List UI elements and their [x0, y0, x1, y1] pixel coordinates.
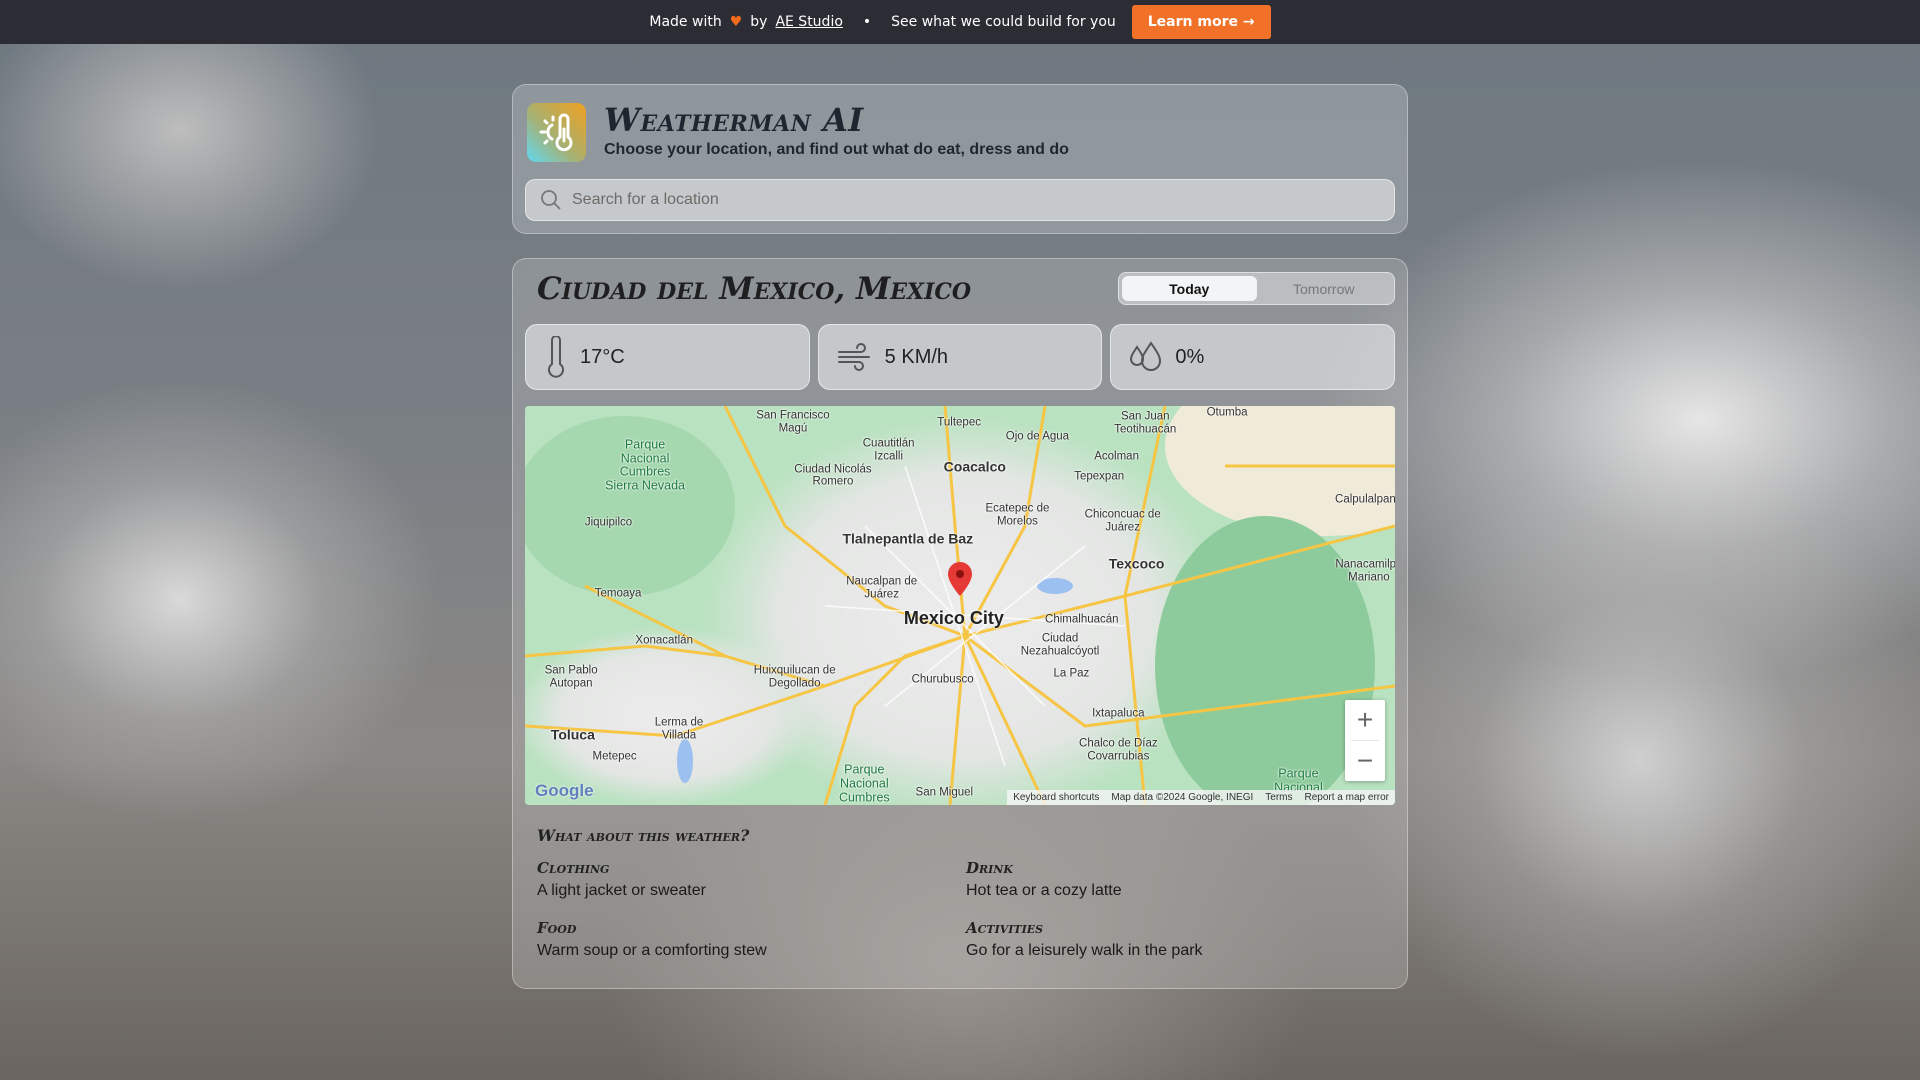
map-label: Toluca: [550, 726, 595, 743]
advice-title: Clothing: [537, 859, 610, 877]
map-label: Naucalpan de Juárez: [846, 575, 918, 601]
separator: •: [862, 14, 872, 30]
advice-title: Activities: [966, 919, 1044, 937]
map-label: Temoaya: [594, 587, 642, 600]
map-label: Acolman: [1094, 451, 1139, 464]
search-icon: [541, 190, 561, 210]
tab-today[interactable]: Today: [1122, 276, 1257, 301]
map-park-label: Parque Nacional Cumbres Sierra Nevada: [605, 437, 685, 493]
map-label: San Miguel: [915, 786, 974, 799]
by-text: by: [750, 14, 768, 30]
thermometer-icon: [548, 336, 564, 378]
temperature-value: 17°C: [580, 345, 625, 368]
map-label: Churubusco: [911, 673, 974, 686]
header-card: Weatherman AI Choose your location, and …: [512, 84, 1408, 234]
google-logo: Google: [535, 781, 594, 800]
map-label: Ojo de Agua: [1005, 430, 1070, 443]
map-attribution: Keyboard shortcuts Map data ©2024 Google…: [1007, 790, 1395, 805]
keyboard-shortcuts-link[interactable]: Keyboard shortcuts: [1013, 792, 1099, 803]
map-label: Ecatepec de Morelos: [985, 502, 1050, 527]
map-label: Metepec: [592, 750, 637, 763]
map-label: Cuautitlán Izcalli: [862, 437, 915, 462]
map-label: Nanacamilpa Mariano: [1335, 558, 1395, 584]
map-label: La Paz: [1053, 667, 1090, 680]
tagline: See what we could build for you: [891, 14, 1116, 30]
map-label: San Pablo Autopan: [544, 664, 598, 690]
map-label: Calpulalpan: [1335, 493, 1395, 506]
advice-food: Food Warm soup or a comforting stew: [537, 919, 957, 960]
advice-drink: Drink Hot tea or a cozy latte: [966, 859, 1386, 900]
report-error-link[interactable]: Report a map error: [1305, 792, 1389, 803]
location-title: Ciudad del Mexico, Mexico: [537, 271, 972, 307]
map-label: Xonacatlán: [635, 635, 693, 648]
advice-text: Go for a leisurely walk in the park: [966, 942, 1203, 959]
precipitation-tile: 0%: [1110, 324, 1396, 390]
weather-card: Ciudad del Mexico, Mexico Today Tomorrow…: [512, 258, 1408, 989]
temperature-tile: 17°C: [525, 324, 810, 390]
map-label: Tultepec: [937, 416, 981, 429]
map-label: Chalco de Díaz Covarrubias: [1079, 737, 1158, 762]
map-label: Jiquipilco: [584, 516, 633, 529]
map-label: Ciudad Nezahualcóyotl: [1020, 632, 1100, 658]
location-search-input[interactable]: Search for a location: [525, 179, 1395, 221]
map-label: Otumba: [1206, 406, 1248, 419]
map-label: Texcoco: [1108, 555, 1165, 572]
map[interactable]: Mexico City Tlalnepantla de Baz Coacalco…: [525, 406, 1395, 805]
map-data-text: Map data ©2024 Google, INEGI: [1111, 792, 1254, 803]
location-pin-icon: [948, 561, 972, 596]
map-label: Chimalhuacán: [1045, 613, 1119, 626]
map-label: Tlalnepantla de Baz: [842, 530, 974, 547]
precipitation-value: 0%: [1175, 345, 1205, 368]
advice-text: Hot tea or a cozy latte: [966, 882, 1122, 899]
app-subtitle: Choose your location, and find out what …: [604, 141, 1069, 158]
advice-title: Drink: [966, 859, 1013, 877]
map-label: Ixtapaluca: [1092, 708, 1145, 721]
made-with-text: Made with: [649, 14, 722, 30]
advice-text: A light jacket or sweater: [537, 882, 706, 899]
map-park-label: Parque Nacional Cumbres: [838, 762, 890, 805]
app-logo-thermometer-sun-icon: [527, 103, 586, 162]
map-label: Ciudad Nicolás Romero: [794, 463, 872, 488]
wind-tile: 5 KM/h: [817, 324, 1103, 390]
zoom-in-button[interactable]: +: [1345, 700, 1385, 740]
advice-title: Food: [537, 919, 577, 937]
advice-activities: Activities Go for a leisurely walk in th…: [966, 919, 1386, 960]
learn-more-button[interactable]: Learn more →: [1131, 5, 1271, 39]
promo-banner: Made with ♥ by AE Studio • See what we c…: [0, 0, 1920, 44]
ae-studio-link[interactable]: AE Studio: [775, 14, 842, 30]
water-drops-icon: [1130, 341, 1162, 371]
advice-clothing: Clothing A light jacket or sweater: [537, 859, 957, 900]
wind-icon: [837, 343, 870, 371]
wind-value: 5 KM/h: [884, 345, 949, 368]
map-label: Chiconcuac de Juárez: [1084, 508, 1161, 533]
map-label-mexico-city: Mexico City: [903, 608, 1004, 629]
advice-heading: What about this weather?: [537, 826, 750, 845]
map-label: Tepexpan: [1074, 470, 1125, 483]
advice-text: Warm soup or a comforting stew: [537, 942, 767, 959]
terms-link[interactable]: Terms: [1265, 792, 1292, 803]
zoom-out-button[interactable]: −: [1345, 741, 1385, 781]
map-label: Coacalco: [943, 458, 1006, 475]
tab-tomorrow[interactable]: Tomorrow: [1257, 276, 1392, 301]
app-title: Weatherman AI: [604, 101, 864, 139]
map-label: San Juan Teotihuacán: [1114, 410, 1177, 436]
day-toggle: Today Tomorrow: [1118, 272, 1395, 305]
heart-icon: ♥: [729, 14, 743, 30]
map-zoom-controls: + −: [1345, 700, 1385, 781]
map-label: Huixquilucan de Degollado: [753, 664, 836, 690]
map-label: Lerma de Villada: [654, 716, 704, 742]
map-label: San Francisco Magú: [756, 409, 830, 434]
search-placeholder: Search for a location: [572, 191, 719, 208]
